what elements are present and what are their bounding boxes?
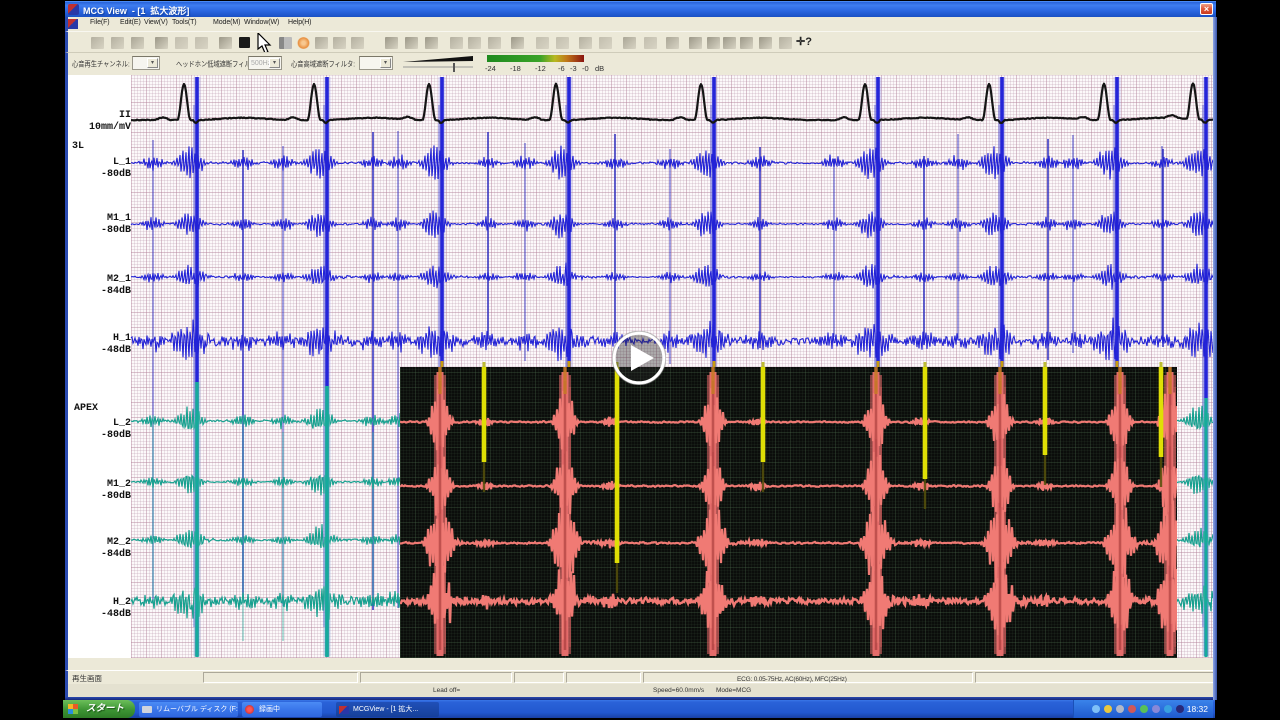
svg-text:-6: -6: [558, 64, 565, 73]
svg-text:-12: -12: [535, 64, 546, 73]
svg-text:-24: -24: [485, 64, 496, 73]
svg-text:-3: -3: [570, 64, 577, 73]
svg-text:dB: dB: [595, 64, 604, 73]
svg-text:-18: -18: [510, 64, 521, 73]
svg-text:-0: -0: [582, 64, 589, 73]
